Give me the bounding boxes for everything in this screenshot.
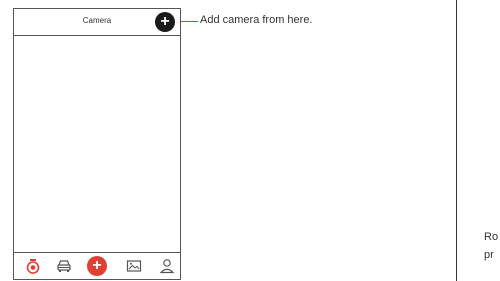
callout-text: Add camera from here. <box>200 14 313 26</box>
car-icon <box>57 260 71 272</box>
bottom-tab-bar: + <box>14 252 180 279</box>
page-divider <box>456 0 457 281</box>
tab-gallery[interactable] <box>126 258 142 274</box>
phone-mockup: Camera + + <box>13 8 181 280</box>
tab-profile[interactable] <box>159 258 175 274</box>
add-icon: + <box>87 256 107 276</box>
next-page-line-1: Ro <box>484 231 499 243</box>
tab-car[interactable] <box>56 258 72 274</box>
add-camera-button[interactable]: + <box>155 12 175 32</box>
gallery-icon <box>126 260 142 272</box>
next-page-text: Ro pr <box>484 228 498 264</box>
tab-camera[interactable] <box>25 258 41 274</box>
callout-line <box>181 21 198 22</box>
user-icon <box>159 259 175 274</box>
camera-record-icon <box>26 259 40 274</box>
app-header: Camera + <box>14 9 180 36</box>
tab-add[interactable]: + <box>87 256 107 276</box>
next-page-line-2: pr <box>484 249 494 261</box>
camera-list-area <box>14 36 180 253</box>
